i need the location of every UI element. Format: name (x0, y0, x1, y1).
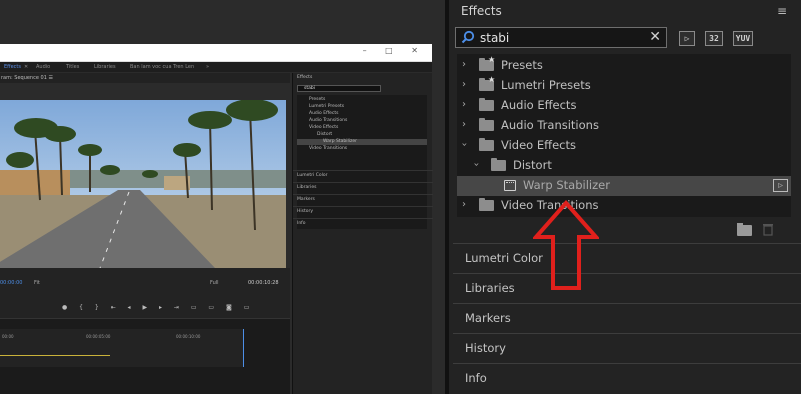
timecode-current[interactable]: 00:00:00 (0, 280, 22, 286)
tree-item-audio-transitions[interactable]: › Audio Transitions (457, 116, 791, 136)
tree-item-presets[interactable]: › ★ Presets (457, 55, 791, 76)
mini-effects-panel: Effects stabi Presets Lumetri Presets Au… (292, 73, 433, 394)
mini-section[interactable]: Libraries (293, 182, 433, 193)
new-bin-icon[interactable] (737, 223, 752, 236)
search-input[interactable] (480, 30, 640, 45)
timeline-panel: 00:00 00:00:05:00 00:00:10:00 (0, 318, 290, 394)
section-info[interactable]: Info (453, 363, 801, 393)
annotation-arrow-icon (533, 200, 599, 290)
chevron-right-icon[interactable]: › (459, 59, 469, 70)
tree-item-label: Distort (513, 158, 552, 172)
tab-workspace[interactable]: Ban lam voc cua Tren Len (130, 64, 194, 70)
search-box[interactable]: ✕ (455, 27, 667, 48)
window-controls[interactable]: – □ ✕ (363, 46, 426, 55)
chevron-right-icon[interactable]: › (459, 79, 469, 90)
ruler-label: 00:00:10:00 (176, 334, 201, 339)
tree-item-label: Presets (501, 58, 543, 72)
folder-icon (479, 198, 494, 211)
tree-item-label: Lumetri Presets (501, 78, 591, 92)
section-label: Lumetri Color (465, 251, 543, 265)
program-monitor-header: ram: Sequence 01 ☰ (0, 73, 290, 83)
search-icon (461, 30, 475, 44)
transport-controls[interactable]: ● { } ⇤ ◂ ▶ ▸ ⇥ ▭ ▭ ◙ ▭ (62, 304, 254, 311)
effect-icon (504, 180, 516, 191)
mini-section[interactable]: Markers (293, 194, 433, 205)
mini-tree-item[interactable]: Presets (309, 97, 325, 103)
timecode-duration: 00:00:10:28 (248, 280, 279, 286)
tab-libraries[interactable]: Libraries (94, 64, 116, 70)
timeline-ruler[interactable]: 00:00 00:00:05:00 00:00:10:00 (0, 329, 244, 367)
tab-effects[interactable]: Effects (4, 64, 21, 70)
32bit-filter-badge[interactable]: 32 (705, 31, 723, 46)
folder-icon (479, 98, 494, 111)
chevron-down-icon[interactable]: › (459, 140, 470, 150)
tab-audio[interactable]: Audio (36, 64, 50, 70)
tree-item-label: Warp Stabilizer (523, 178, 610, 192)
folder-icon (491, 158, 506, 171)
tab-close-icon[interactable]: ✕ (24, 64, 28, 70)
resolution-select[interactable]: Full (210, 280, 219, 286)
section-history[interactable]: History (453, 333, 801, 363)
folder-star-icon: ★ (479, 55, 495, 71)
tree-item-lumetri-presets[interactable]: › ★ Lumetri Presets (457, 75, 791, 96)
mini-tree-item[interactable]: Video Transitions (309, 146, 347, 152)
folder-icon (479, 138, 494, 151)
mini-tree-item[interactable]: Video Effects (309, 125, 338, 131)
mini-tree-item[interactable]: Audio Transitions (309, 118, 347, 124)
work-area-bar (0, 355, 110, 356)
folder-icon (479, 118, 494, 131)
section-libraries[interactable]: Libraries (453, 273, 801, 303)
ruler-label: 00:00 (2, 334, 14, 339)
program-controls: 00:00:00 Fit Full 00:00:10:28 ● { } ⇤ ◂ … (0, 268, 290, 318)
chevron-right-icon[interactable]: › (459, 99, 469, 110)
mini-tree-item[interactable]: Distort (317, 132, 332, 138)
clear-search-icon[interactable]: ✕ (649, 29, 661, 45)
tree-item-label: Audio Transitions (501, 118, 599, 132)
mini-section[interactable]: Lumetri Color (293, 170, 433, 181)
chevron-down-icon[interactable]: › (471, 160, 482, 170)
section-lumetri-color[interactable]: Lumetri Color (453, 243, 801, 273)
tree-item-distort[interactable]: › Distort (457, 156, 791, 176)
tab-titles[interactable]: Titles (66, 64, 79, 70)
mini-search-input[interactable]: stabi (297, 85, 381, 92)
section-markers[interactable]: Markers (453, 303, 801, 333)
tree-item-warp-stabilizer[interactable]: Warp Stabilizer ▷ (457, 176, 791, 196)
section-label: History (465, 341, 506, 355)
folder-star-icon: ★ (479, 75, 495, 91)
tree-item-label: Video Effects (501, 138, 576, 152)
video-frame (0, 100, 286, 268)
yuv-filter-badge[interactable]: YUV (733, 31, 753, 46)
embedded-premiere-screenshot: – □ ✕ Effects ✕ Audio Titles Libraries B… (0, 0, 445, 394)
trash-icon[interactable] (762, 222, 774, 236)
mini-tree-item[interactable]: Lumetri Presets (309, 104, 344, 110)
chevron-right-icon[interactable]: › (459, 199, 469, 210)
effects-tree: › ★ Presets › ★ Lumetri Presets › Audio … (457, 54, 791, 217)
tree-item-label: Audio Effects (501, 98, 577, 112)
chevron-right-icon[interactable]: › (459, 119, 469, 130)
zoom-fit-select[interactable]: Fit (34, 280, 40, 286)
section-label: Markers (465, 311, 511, 325)
section-label: Libraries (465, 281, 515, 295)
ruler-label: 00:00:05:00 (86, 334, 111, 339)
tabs-overflow[interactable]: » (206, 64, 209, 70)
tree-item-video-effects[interactable]: › Video Effects (457, 136, 791, 156)
panel-title: Effects (461, 4, 502, 18)
mini-section[interactable]: History (293, 206, 433, 217)
accelerated-effects-filter-icon[interactable]: ▷ (679, 31, 695, 46)
section-label: Info (465, 371, 487, 385)
mini-section[interactable]: Info (293, 218, 433, 229)
mini-effects-title: Effects (297, 75, 313, 80)
panel-menu-icon[interactable]: ≡ (777, 4, 787, 18)
tree-item-video-transitions[interactable]: › Video Transitions (457, 196, 791, 216)
tree-item-audio-effects[interactable]: › Audio Effects (457, 96, 791, 116)
mini-tree-item[interactable]: Audio Effects (309, 111, 339, 117)
workspace-tabs: Effects ✕ Audio Titles Libraries Ban lam… (0, 62, 432, 72)
effects-panel: Effects ≡ ✕ ▷ 32 YUV › ★ Presets › ★ Lum… (445, 0, 801, 394)
accelerated-effect-icon: ▷ (773, 179, 788, 192)
window-title-bar: – □ ✕ (0, 44, 432, 62)
mini-tree-item-selected[interactable]: Warp Stabilizer (297, 139, 427, 145)
